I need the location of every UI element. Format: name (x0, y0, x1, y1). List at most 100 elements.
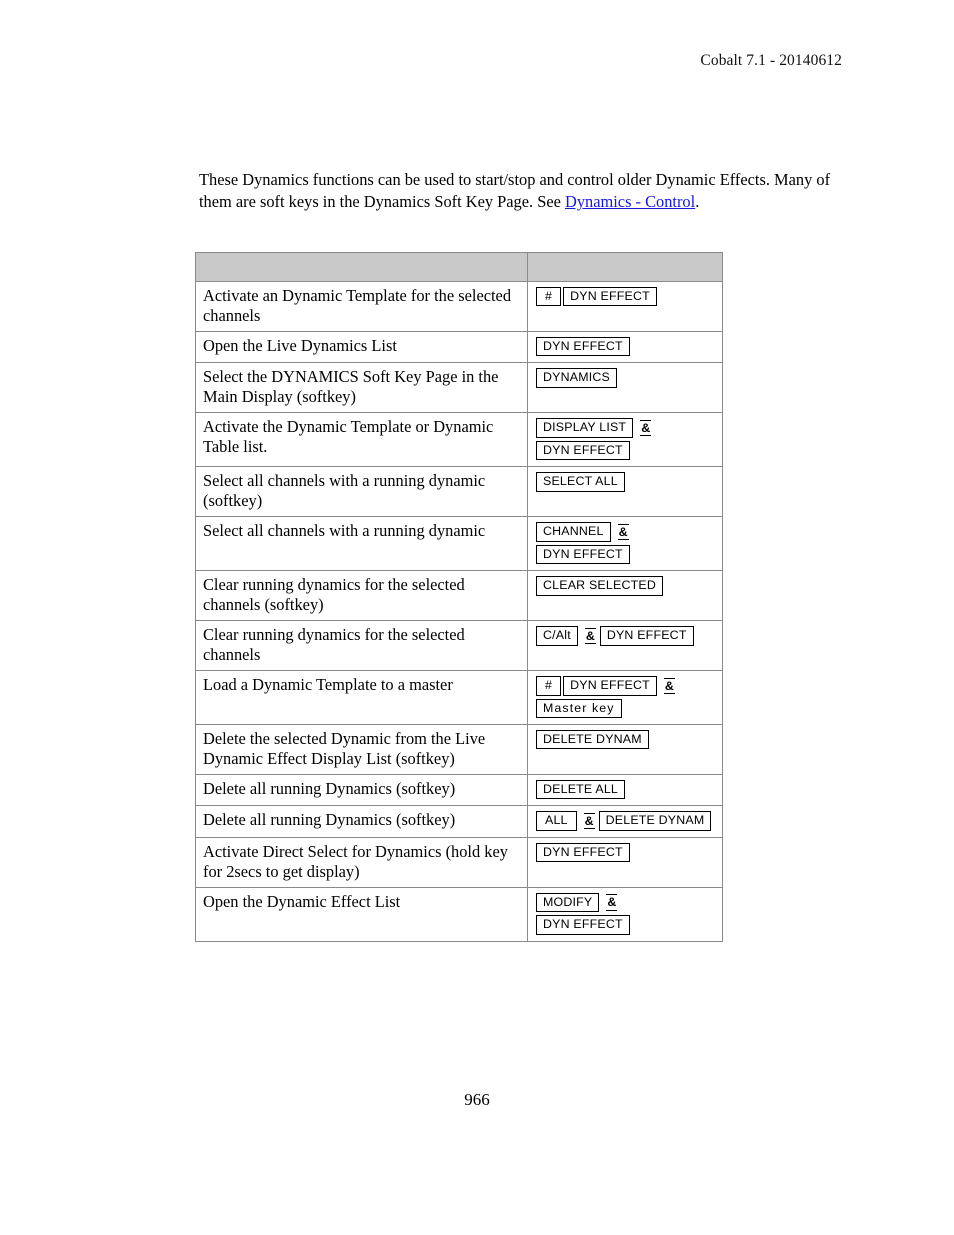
keycap[interactable]: DISPLAY LIST (536, 418, 634, 438)
dynamics-shortcut-table: Activate an Dynamic Template for the sel… (195, 252, 723, 942)
keycap[interactable]: Master key (536, 698, 622, 718)
table-row: Open the Dynamic Effect List MODIFY & DYN E… (195, 886, 723, 942)
keycap[interactable]: DYN EFFECT (536, 337, 630, 357)
key-sequence-line: # DYN EFFECT (536, 287, 716, 307)
key-sequence-line: Master key (536, 698, 716, 718)
row-description: Clear running dynamics for the selected … (195, 570, 528, 622)
row-description: Clear running dynamics for the selected … (195, 620, 528, 672)
table-row: Clear running dynamics for the selected … (195, 570, 723, 622)
table-row: Open the Live Dynamics List DYN EFFECT (195, 331, 723, 364)
intro-text-before-link: These Dynamics functions can be used to … (199, 170, 831, 211)
key-sequence-line: ALL & DELETE DYNAM (536, 811, 716, 831)
row-description: Activate an Dynamic Template for the sel… (195, 280, 528, 333)
row-key-sequence: DELETE DYNAM (527, 723, 723, 776)
table-row: Select all channels with a running dynam… (195, 516, 723, 572)
row-description: Open the Live Dynamics List (195, 331, 528, 364)
keycap[interactable]: DELETE DYNAM (598, 811, 712, 831)
table-row: Load a Dynamic Template to a master # DYN … (195, 670, 723, 725)
key-combo-ampersand: & (584, 627, 596, 645)
key-sequence-line: CHANNEL & (536, 522, 716, 542)
key-sequence-line: DYN EFFECT (536, 915, 716, 935)
keycap[interactable]: DYN EFFECT (536, 544, 630, 565)
document-page: Cobalt 7.1 - 20140612 These Dynamics fun… (0, 0, 954, 1235)
keycap[interactable]: DELETE DYNAM (536, 730, 649, 750)
row-description: Delete the selected Dynamic from the Liv… (195, 723, 528, 776)
key-sequence-line: DYN EFFECT (536, 337, 716, 357)
table-row: Activate Direct Select for Dynamics (hol… (195, 836, 723, 888)
keycap[interactable]: DELETE ALL (536, 780, 626, 800)
keycap[interactable]: # (536, 676, 562, 696)
keycap[interactable]: CLEAR SELECTED (536, 576, 663, 596)
key-sequence-line: C/Alt & DYN EFFECT (536, 626, 716, 646)
row-description: Select all channels with a running dynam… (195, 466, 528, 518)
row-description: Select all channels with a running dynam… (195, 516, 528, 572)
row-description: Delete all running Dynamics (softkey) (195, 774, 528, 807)
key-sequence-line: DYN EFFECT (536, 842, 716, 863)
keycap[interactable]: C/Alt (536, 626, 578, 646)
row-key-sequence: SELECT ALL (527, 466, 723, 518)
keycap[interactable]: DYN EFFECT (536, 842, 630, 863)
keycap[interactable]: SELECT ALL (536, 472, 625, 492)
key-sequence-line: SELECT ALL (536, 472, 716, 492)
dynamics-control-link[interactable]: Dynamics - Control (565, 192, 695, 211)
key-sequence-line: MODIFY & (536, 892, 716, 913)
key-sequence-line: DYNAMICS (536, 368, 716, 388)
keycap[interactable]: DYN EFFECT (563, 676, 657, 696)
column-header-description (195, 252, 528, 282)
row-key-sequence: DYN EFFECT (527, 331, 723, 364)
table-row: Activate an Dynamic Template for the sel… (195, 280, 723, 333)
row-key-sequence: CLEAR SELECTED (527, 570, 723, 622)
keycap[interactable]: # (536, 287, 562, 307)
running-header: Cobalt 7.1 - 20140612 (700, 52, 842, 69)
keycap[interactable]: DYN EFFECT (599, 626, 694, 646)
key-combo-ampersand: & (663, 677, 675, 695)
table-header-row (195, 252, 723, 282)
key-sequence-line: DELETE ALL (536, 780, 716, 800)
key-sequence-line: DISPLAY LIST & (536, 418, 716, 438)
key-sequence-line: # DYN EFFECT & (536, 676, 716, 696)
table-row: Delete the selected Dynamic from the Liv… (195, 723, 723, 776)
row-key-sequence: DYNAMICS (527, 362, 723, 414)
row-description: Select the DYNAMICS Soft Key Page in the… (195, 362, 528, 414)
row-key-sequence: # DYN EFFECT (527, 280, 723, 333)
row-key-sequence: DYN EFFECT (527, 836, 723, 888)
table-row: Select all channels with a running dynam… (195, 466, 723, 518)
keycap[interactable]: DYN EFFECT (536, 915, 630, 935)
row-key-sequence: ALL & DELETE DYNAM (527, 805, 723, 838)
row-key-sequence: C/Alt & DYN EFFECT (527, 620, 723, 672)
table-row: Activate the Dynamic Template or Dynamic… (195, 412, 723, 468)
intro-paragraph: These Dynamics functions can be used to … (199, 169, 844, 212)
keycap[interactable]: DYN EFFECT (536, 440, 630, 461)
table-row: Select the DYNAMICS Soft Key Page in the… (195, 362, 723, 414)
row-key-sequence: CHANNEL & DYN EFFECT (527, 516, 723, 572)
row-key-sequence: MODIFY & DYN EFFECT (527, 886, 723, 942)
row-description: Activate Direct Select for Dynamics (hol… (195, 836, 528, 888)
table-body: Activate an Dynamic Template for the sel… (195, 280, 723, 942)
key-combo-ampersand: & (583, 812, 595, 830)
table-row: Delete all running Dynamics (softkey) ALL… (195, 805, 723, 838)
key-sequence-line: CLEAR SELECTED (536, 576, 716, 596)
column-header-keys (527, 252, 723, 282)
intro-text-after-link: . (695, 191, 700, 211)
key-combo-ampersand: & (640, 419, 652, 437)
row-description: Open the Dynamic Effect List (195, 886, 528, 942)
key-sequence-line: DELETE DYNAM (536, 730, 716, 750)
keycap[interactable]: ALL (536, 811, 577, 831)
page-number: 966 (464, 1090, 490, 1109)
row-key-sequence: # DYN EFFECT & Master key (527, 670, 723, 725)
row-description: Delete all running Dynamics (softkey) (195, 805, 528, 838)
key-sequence-line: DYN EFFECT (536, 544, 716, 565)
keycap[interactable]: DYNAMICS (536, 368, 618, 388)
row-key-sequence: DELETE ALL (527, 774, 723, 807)
key-combo-ampersand: & (617, 523, 629, 541)
keycap[interactable]: CHANNEL (536, 522, 611, 542)
table-row: Clear running dynamics for the selected … (195, 620, 723, 672)
row-description: Activate the Dynamic Template or Dynamic… (195, 412, 528, 468)
keycap[interactable]: MODIFY (536, 892, 600, 913)
key-sequence-line: DYN EFFECT (536, 440, 716, 461)
key-combo-ampersand: & (606, 894, 618, 911)
row-key-sequence: DISPLAY LIST & DYN EFFECT (527, 412, 723, 468)
row-description: Load a Dynamic Template to a master (195, 670, 528, 725)
keycap[interactable]: DYN EFFECT (563, 287, 657, 307)
table-head (195, 252, 723, 282)
